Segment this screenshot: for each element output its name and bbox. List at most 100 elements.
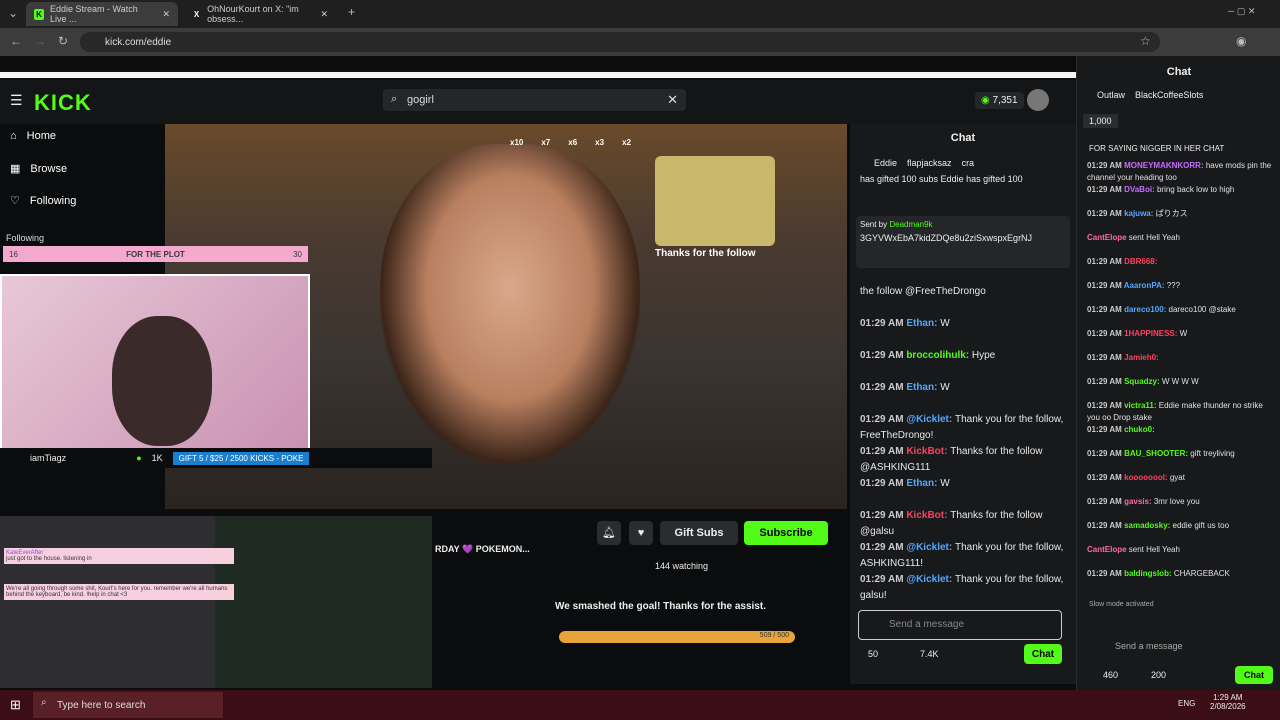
chat-message: 01:29 AM @Kicklet: Thank you for the fol… (860, 540, 1070, 572)
close-icon[interactable]: ✕ (162, 9, 170, 20)
chat-username[interactable]: Jamieh0: (1124, 353, 1159, 362)
cam-chat-2: We're all going through some shit, Kourt… (4, 584, 234, 600)
chat-input[interactable]: Send a message (1115, 641, 1183, 651)
streamer-name[interactable]: iamTiagz (30, 453, 66, 463)
windows-start-icon[interactable]: ⊞ (10, 697, 21, 713)
window-controls-icon[interactable]: ─ ▢ ✕ (1228, 6, 1255, 17)
chat-timestamp: 01:29 AM (860, 478, 907, 489)
reload-icon[interactable]: ↻ (58, 34, 68, 48)
nav-label: Browse (30, 162, 68, 175)
following-heading: Following (6, 233, 45, 243)
x-favicon-icon: X (193, 9, 200, 19)
kick-logo[interactable]: KICK (34, 90, 92, 116)
chat-send-button[interactable]: Chat (1024, 644, 1062, 664)
gift-subs-button[interactable]: Gift Subs (660, 521, 738, 545)
heart-icon[interactable]: ♥ (629, 521, 653, 545)
profile-icon[interactable]: ◉ (1236, 34, 1246, 48)
chat-username[interactable]: @Kicklet: (906, 414, 955, 425)
chat-timestamp: 01:29 AM (1087, 521, 1125, 530)
cam-chat-msg: just got to the house. listening in (6, 556, 92, 562)
chat-username[interactable]: 1HAPPINESS: (1124, 329, 1180, 338)
chat-send-button[interactable]: Chat (1235, 666, 1273, 684)
menu-icon[interactable]: ☰ (10, 92, 23, 109)
chat-username[interactable]: @Kicklet: (906, 542, 955, 553)
new-tab-icon[interactable]: + (348, 5, 355, 19)
chat-username[interactable]: koooooool: (1124, 473, 1170, 482)
chat-username[interactable]: KickBot: (906, 446, 950, 457)
chat-message: CantElope sent Hell Yeah (1087, 544, 1277, 556)
chat-timestamp: 01:29 AM (860, 350, 907, 361)
right-chat-panel: Chat Outlaw BlackCoffeeSlots 1,000 FOR S… (1076, 56, 1280, 690)
chat-username[interactable]: kajuwa: (1124, 209, 1156, 218)
chat-username[interactable]: gavsis: (1124, 497, 1154, 506)
url-input[interactable]: kick.com/eddie (80, 32, 1160, 52)
clock[interactable]: 1:29 AM 2/08/2026 (1210, 693, 1246, 711)
chat-timestamp: 01:29 AM (860, 542, 907, 553)
star-icon[interactable]: ☆ (1140, 34, 1151, 48)
cam-chat-1: KateEverAfter just got to the house. lis… (4, 548, 234, 564)
chat-timestamp: 01:29 AM (1087, 401, 1125, 410)
chat-message: 01:29 AM Jamieh0: (1087, 352, 1277, 364)
chat-username[interactable]: broccolihulk: (906, 350, 972, 361)
back-icon[interactable]: ← (10, 34, 22, 48)
chat-username[interactable]: CantElope (1087, 545, 1129, 554)
chat-username[interactable]: baldingslob: (1124, 569, 1174, 578)
chat-message: 01:29 AM KickBot: Thanks for the follow … (860, 444, 1070, 476)
chat-username[interactable]: MONEYMAKNKORR: (1124, 161, 1206, 170)
top-gifter[interactable]: BlackCoffeeSlots (1135, 90, 1203, 100)
chat-username[interactable]: samadosky: (1124, 521, 1172, 530)
bell-icon[interactable]: 🔔︎ (597, 521, 621, 545)
chat-username[interactable]: CantElope (1087, 233, 1129, 242)
top-gifter[interactable]: Eddie (874, 158, 897, 168)
clear-icon[interactable]: ✕ (667, 92, 678, 108)
chat-message: 01:29 AM MONEYMAKNKORR: have mods pin th… (1087, 160, 1277, 184)
tab-x[interactable]: X OhNourKourt on X: "im obsess... ✕ (184, 2, 336, 26)
chat-text: gift treyliving (1190, 449, 1235, 458)
chat-username[interactable]: @Kicklet: (906, 574, 955, 585)
chat-username[interactable]: dareco100: (1124, 305, 1168, 314)
tab-list-icon[interactable]: ⌄ (8, 6, 18, 20)
chat-username[interactable]: DBR668: (1124, 257, 1157, 266)
chat-text: the follow @FreeTheDrongo (860, 286, 986, 297)
top-gifter[interactable]: Outlaw (1097, 90, 1125, 100)
avatar[interactable] (1027, 89, 1049, 111)
chat-username[interactable]: Ethan: (906, 478, 940, 489)
nav-label: Home (26, 130, 56, 142)
close-icon[interactable]: ✕ (320, 9, 328, 20)
chat-timestamp: 01:29 AM (860, 382, 907, 393)
top-gifter[interactable]: cra (962, 158, 975, 168)
goal-progress-text: 509 / 500 (759, 632, 789, 639)
sidebar-item-following[interactable]: ♡ Following (10, 194, 76, 208)
chat-timestamp: 01:29 AM (1087, 257, 1125, 266)
chat-input[interactable]: Send a message (858, 610, 1062, 640)
chat-text: sent Hell Yeah (1128, 545, 1180, 554)
forward-icon[interactable]: → (34, 34, 46, 48)
taskbar-search[interactable]: ⌕ Type here to search (33, 692, 223, 718)
chat-username[interactable]: victra11: (1124, 401, 1159, 410)
chat-username[interactable]: Ethan: (906, 318, 940, 329)
pinned-message[interactable]: Sent by Deadman9k 3GYVWxEbA7kidZDQe8u2zi… (856, 216, 1070, 268)
lang-indicator[interactable]: ENG (1178, 699, 1195, 708)
chat-username[interactable]: KickBot: (906, 510, 950, 521)
tab-kick[interactable]: K Eddie Stream - Watch Live ... ✕ (26, 2, 178, 26)
chat-username[interactable]: Squadzy: (1124, 377, 1162, 386)
search-input[interactable]: ⌕ gogirl ✕ (383, 89, 686, 111)
pinned-text: 3GYVWxEbA7kidZDQe8u2ziSxwspxEgrNJ (860, 233, 1033, 243)
sidebar-item-home[interactable]: ⌂ Home (10, 130, 56, 142)
chat-username[interactable]: chuko0: (1124, 425, 1155, 434)
counter-badge: x3 (595, 138, 605, 147)
sidebar-item-browse[interactable]: ▦ Browse (10, 162, 68, 176)
webcam-left-image (0, 516, 215, 688)
url-text: kick.com/eddie (105, 36, 172, 48)
pikachu-image (655, 156, 775, 246)
chat-username[interactable]: DVaBoi: (1124, 185, 1157, 194)
chat-username[interactable]: Ethan: (906, 382, 940, 393)
subscribe-button[interactable]: Subscribe (744, 521, 828, 545)
inner-chat-panel: Chat Eddie flapjacksaz cra has gifted 10… (850, 124, 1076, 684)
chat-placeholder: Send a message (889, 619, 965, 630)
chat-username[interactable]: AaaronPA: (1124, 281, 1167, 290)
top-gifter[interactable]: flapjacksaz (907, 158, 952, 168)
chat-message: 01:29 AM samadosky: eddie gift us too (1087, 520, 1277, 532)
coins-badge[interactable]: ◉ 7,351 (975, 92, 1024, 109)
chat-username[interactable]: BAU_SHOOTER: (1124, 449, 1190, 458)
